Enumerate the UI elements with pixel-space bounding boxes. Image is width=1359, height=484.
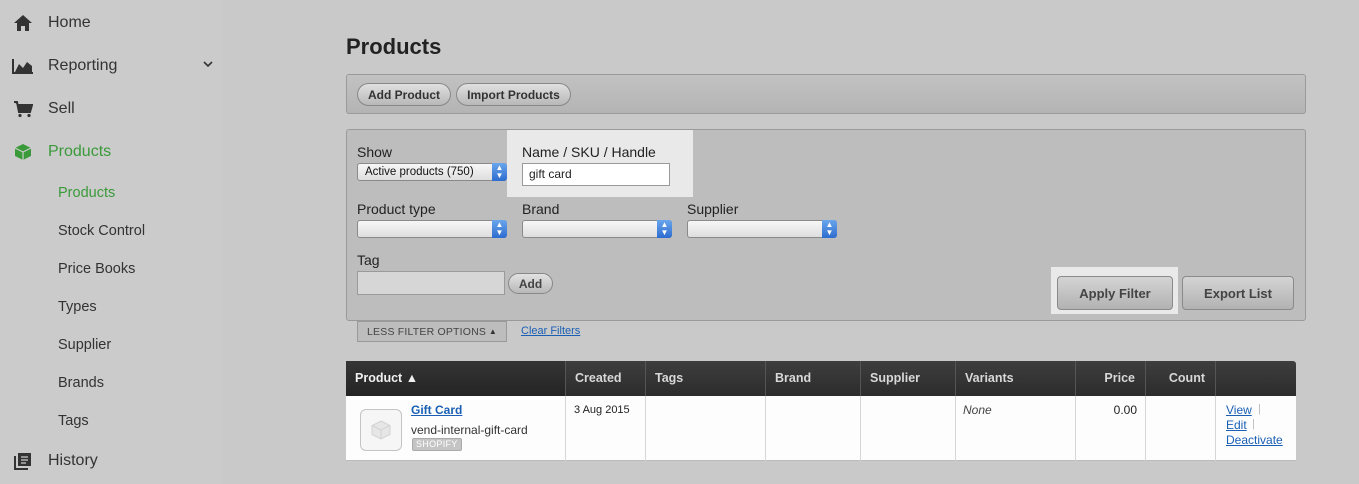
main-content: Products Add Product Import Products Sho… [222,0,1359,484]
show-select-value: Active products (750) [365,166,474,178]
sidebar-item-home[interactable]: Home [0,8,222,38]
action-divider: | [1252,418,1255,430]
view-link[interactable]: View [1226,403,1252,417]
sidebar-item-history[interactable]: History [0,446,222,476]
column-header-count[interactable]: Count [1145,361,1215,396]
tag-label: Tag [357,252,380,268]
column-header-variants[interactable]: Variants [955,361,1075,396]
chevron-down-icon[interactable] [202,57,214,75]
column-header-price[interactable]: Price [1075,361,1145,396]
cell-tags [645,396,765,461]
sidebar: Home Reporting Sell Products Products St… [0,0,222,484]
sidebar-item-products[interactable]: Products [0,137,222,167]
name-sku-handle-input[interactable]: gift card [522,163,670,186]
select-arrows-icon: ▲ ▼ [492,220,507,238]
select-arrows-icon: ▲ ▼ [657,220,672,238]
sidebar-item-label: Reporting [48,57,118,74]
home-icon [12,12,34,34]
shopify-badge: SHOPIFY [412,438,462,451]
cell-product: Gift Card vend-internal-gift-card SHOPIF… [346,396,565,461]
brand-label: Brand [522,201,560,217]
tag-input[interactable] [357,271,505,295]
column-header-created[interactable]: Created [565,361,645,396]
page-title: Products [346,34,442,59]
sidebar-subitem-price-books[interactable]: Price Books [58,261,135,277]
sidebar-item-label: Products [48,143,112,160]
select-arrows-icon: ▲ ▼ [492,163,507,181]
table-row: Gift Card vend-internal-gift-card SHOPIF… [346,396,1296,461]
action-divider: | [1258,403,1261,415]
cell-actions: View | Edit | Deactivate [1215,396,1296,461]
column-header-tags[interactable]: Tags [645,361,765,396]
triangle-up-icon: ▲ [488,327,497,336]
column-header-supplier[interactable]: Supplier [860,361,955,396]
show-label: Show [357,144,393,160]
brand-select[interactable]: ▲ ▼ [522,220,672,238]
sidebar-item-reporting[interactable]: Reporting [0,51,222,81]
less-filter-options-label: LESS FILTER OPTIONS [367,325,487,338]
sidebar-item-label: History [48,452,98,469]
product-name-link[interactable]: Gift Card [411,403,462,417]
cell-supplier [860,396,955,461]
less-filter-options-button[interactable]: LESS FILTER OPTIONS ▲ [357,321,507,342]
history-icon [12,450,34,472]
sidebar-subitem-types[interactable]: Types [58,299,97,315]
table-header: Product ▲ Created Tags Brand Supplier Va… [346,361,1296,396]
add-product-button[interactable]: Add Product [357,83,451,106]
sidebar-item-label: Home [48,14,91,31]
cell-brand [765,396,860,461]
product-type-label: Product type [357,201,436,217]
supplier-select[interactable]: ▲ ▼ [687,220,837,238]
show-select[interactable]: Active products (750) ▲ ▼ [357,163,507,181]
name-label: Name / SKU / Handle [522,144,656,160]
box-icon [12,141,34,163]
cell-created: 3 Aug 2015 [565,396,645,461]
cart-icon [12,98,34,120]
edit-link[interactable]: Edit [1226,418,1247,432]
clear-filters-link[interactable]: Clear Filters [521,325,580,337]
sidebar-item-sell[interactable]: Sell [0,94,222,124]
product-type-select[interactable]: ▲ ▼ [357,220,507,238]
product-image-placeholder-icon [360,409,402,451]
cell-price: 0.00 [1075,396,1145,461]
select-arrows-icon: ▲ ▼ [822,220,837,238]
chart-icon [12,55,34,77]
supplier-label: Supplier [687,201,739,217]
add-tag-button[interactable]: Add [508,273,553,294]
product-handle: vend-internal-gift-card [411,423,528,437]
sidebar-item-label: Sell [48,100,75,117]
sidebar-subitem-stock-control[interactable]: Stock Control [58,223,145,239]
toolbar: Add Product Import Products [346,74,1306,114]
app: Home Reporting Sell Products Products St… [0,0,1359,484]
cell-count [1145,396,1215,461]
apply-filter-button[interactable]: Apply Filter [1057,276,1173,310]
filter-panel: Show Active products (750) ▲ ▼ Name / SKU… [346,129,1306,321]
cell-variants: None [955,396,1075,461]
sidebar-subitem-products[interactable]: Products [58,185,115,201]
sidebar-subitem-supplier[interactable]: Supplier [58,337,111,353]
import-products-button[interactable]: Import Products [456,83,571,106]
column-header-brand[interactable]: Brand [765,361,860,396]
export-list-button[interactable]: Export List [1182,276,1294,310]
sidebar-subitem-tags[interactable]: Tags [58,413,89,429]
sidebar-subitem-brands[interactable]: Brands [58,375,104,391]
column-header-product[interactable]: Product ▲ [346,361,565,396]
column-header-actions [1215,361,1296,396]
deactivate-link[interactable]: Deactivate [1226,433,1283,447]
